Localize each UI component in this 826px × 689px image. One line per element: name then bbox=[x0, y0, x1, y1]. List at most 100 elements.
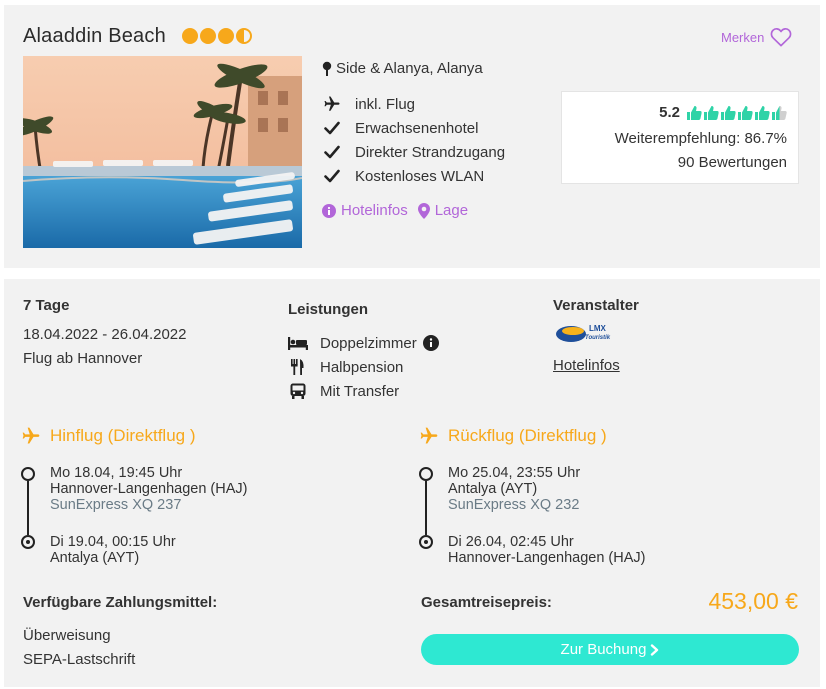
location-text: Side & Alanya, Alanya bbox=[336, 60, 483, 77]
rating-box[interactable]: 5.2 Weiterempfehlung: 86.7% 90 Bewertung… bbox=[561, 91, 799, 184]
lmx-logo-icon: LMX Touristik bbox=[556, 324, 611, 342]
thumb-up-icon bbox=[687, 105, 702, 120]
airline-flight: SunExpress XQ 237 bbox=[50, 497, 182, 513]
check-icon bbox=[322, 142, 342, 162]
hotel-links: Hotelinfos Lage bbox=[322, 202, 468, 219]
check-icon bbox=[322, 166, 342, 186]
services-title: Leistungen bbox=[288, 301, 369, 318]
payment-method: SEPA-Lastschrift bbox=[23, 651, 136, 668]
feature-item: Kostenloses WLAN bbox=[322, 164, 505, 188]
rating-score: 5.2 bbox=[659, 104, 680, 121]
hotel-features: inkl. Flug Erwachsenenhotel Direkter Str… bbox=[322, 92, 505, 188]
departure-time: Mo 25.04, 23:55 Uhr bbox=[448, 465, 581, 481]
service-item: Halbpension bbox=[288, 355, 439, 379]
service-item: Mit Transfer bbox=[288, 379, 439, 403]
star-icon bbox=[200, 28, 216, 44]
service-item: Doppelzimmer bbox=[288, 331, 439, 355]
return-flight-header: Rückflug (Direktflug ) bbox=[418, 426, 607, 446]
services-list: Doppelzimmer Halbpension Mit Transfer bbox=[288, 331, 439, 403]
departure-time: Mo 18.04, 19:45 Uhr bbox=[50, 465, 183, 481]
lage-link[interactable]: Lage bbox=[417, 202, 469, 219]
map-marker-icon bbox=[417, 202, 430, 219]
hotel-stars bbox=[182, 28, 252, 44]
merken-label: Merken bbox=[721, 29, 765, 45]
organizer-logo: LMX Touristik bbox=[555, 322, 613, 349]
star-icon bbox=[218, 28, 234, 44]
star-icon bbox=[182, 28, 198, 44]
timeline-line bbox=[27, 481, 29, 535]
arrival-airport-name: Hannover-Langenhagen (HAJ) bbox=[448, 550, 646, 566]
service-label: Doppelzimmer bbox=[320, 334, 417, 352]
outbound-departure: Mo 18.04, 19:45 Uhr Hannover-Langenhagen… bbox=[50, 465, 248, 513]
arrival-time: Di 26.04, 02:45 Uhr bbox=[448, 534, 574, 550]
outbound-arrival: Di 19.04, 00:15 Uhr Antalya (AYT) bbox=[50, 534, 176, 566]
half-thumb-up-icon bbox=[772, 105, 787, 120]
booking-button[interactable]: Zur Buchung bbox=[421, 634, 799, 665]
hotel-photo bbox=[23, 56, 302, 248]
feature-item: Erwachsenenhotel bbox=[322, 116, 505, 140]
hotelinfos-link[interactable]: Hotelinfos bbox=[322, 202, 408, 219]
organizer-hotelinfos-link[interactable]: Hotelinfos bbox=[553, 357, 620, 374]
feature-label: Direkter Strandzugang bbox=[355, 143, 506, 161]
outbound-flight-segment: Mo 18.04, 19:45 Uhr Hannover-Langenhagen… bbox=[21, 465, 381, 575]
recommendation-rate: Weiterempfehlung: 86.7% bbox=[614, 130, 787, 147]
total-price-label: Gesamtreisepreis: bbox=[421, 594, 552, 611]
timeline-start-icon bbox=[21, 467, 35, 481]
total-price: 453,00 € bbox=[708, 588, 798, 614]
plane-icon bbox=[322, 94, 342, 114]
offer-card: 7 Tage 18.04.2022 - 26.04.2022 Flug ab H… bbox=[4, 279, 820, 687]
feature-item: Direkter Strandzugang bbox=[322, 140, 505, 164]
timeline-line bbox=[425, 481, 427, 535]
hotel-image[interactable] bbox=[23, 56, 302, 248]
timeline-end-icon bbox=[419, 535, 433, 549]
bus-icon bbox=[288, 383, 308, 399]
thumb-up-icon bbox=[755, 105, 770, 120]
arrival-time: Di 19.04, 00:15 Uhr bbox=[50, 534, 176, 550]
feature-item: inkl. Flug bbox=[322, 92, 505, 116]
half-star-icon bbox=[236, 28, 252, 44]
return-flight-segment: Mo 25.04, 23:55 Uhr Antalya (AYT) SunExp… bbox=[419, 465, 779, 575]
cutlery-icon bbox=[288, 359, 308, 375]
trip-dates: 18.04.2022 - 26.04.2022 bbox=[23, 326, 187, 343]
service-label: Halbpension bbox=[320, 358, 404, 376]
hotelinfos-label: Hotelinfos bbox=[341, 202, 408, 219]
thumb-up-icon bbox=[721, 105, 736, 120]
payment-method: Überweisung bbox=[23, 627, 111, 644]
map-pin-icon bbox=[322, 61, 332, 76]
svg-text:Touristik: Touristik bbox=[585, 335, 611, 341]
heart-icon bbox=[770, 28, 792, 47]
plane-icon bbox=[420, 427, 438, 444]
airline-flight: SunExpress XQ 232 bbox=[448, 497, 580, 513]
timeline-end-icon bbox=[21, 535, 35, 549]
merken-button[interactable]: Merken bbox=[721, 27, 792, 47]
svg-text:LMX: LMX bbox=[589, 324, 607, 333]
departure-airport: Flug ab Hannover bbox=[23, 350, 143, 367]
chevron-right-icon bbox=[651, 643, 659, 656]
bed-icon bbox=[288, 336, 308, 350]
outbound-title: Hinflug (Direktflug ) bbox=[50, 426, 196, 445]
hotel-name[interactable]: Alaaddin Beach bbox=[23, 25, 166, 48]
thumb-up-icon bbox=[738, 105, 753, 120]
return-arrival: Di 26.04, 02:45 Uhr Hannover-Langenhagen… bbox=[448, 534, 646, 566]
hotel-card: Alaaddin Beach Merken Side & Alanya, Ala… bbox=[4, 5, 820, 268]
departure-airport-name: Antalya (AYT) bbox=[448, 481, 538, 497]
return-title: Rückflug (Direktflug ) bbox=[448, 426, 607, 445]
lage-label: Lage bbox=[434, 202, 469, 219]
feature-label: Erwachsenenhotel bbox=[355, 119, 479, 137]
trip-duration: 7 Tage bbox=[23, 297, 70, 314]
organizer-title: Veranstalter bbox=[553, 297, 639, 314]
feature-label: Kostenloses WLAN bbox=[355, 167, 485, 185]
service-label: Mit Transfer bbox=[320, 382, 400, 400]
review-count: 90 Bewertungen bbox=[677, 154, 787, 171]
thumb-up-icon bbox=[704, 105, 719, 120]
departure-airport-name: Hannover-Langenhagen (HAJ) bbox=[50, 481, 248, 497]
return-departure: Mo 25.04, 23:55 Uhr Antalya (AYT) SunExp… bbox=[448, 465, 580, 513]
hotel-location: Side & Alanya, Alanya bbox=[322, 60, 483, 77]
thumbs-rating bbox=[686, 105, 787, 121]
info-icon[interactable] bbox=[422, 335, 439, 351]
plane-icon bbox=[22, 427, 40, 444]
arrival-airport-name: Antalya (AYT) bbox=[50, 550, 140, 566]
rating-score-row: 5.2 bbox=[659, 104, 787, 121]
payment-title: Verfügbare Zahlungsmittel: bbox=[23, 594, 218, 611]
booking-button-label: Zur Buchung bbox=[560, 641, 647, 658]
